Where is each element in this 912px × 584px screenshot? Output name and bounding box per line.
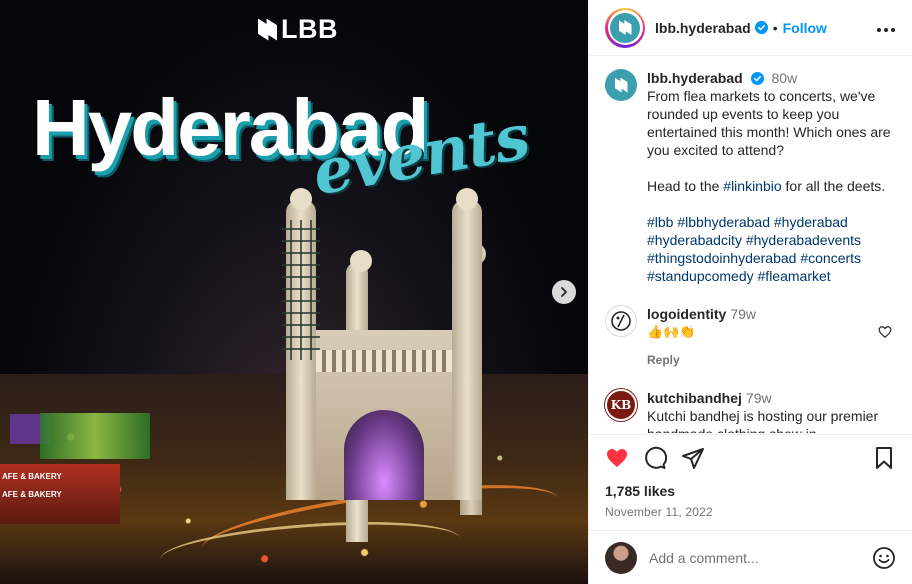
comment-body: kutchibandhej 79w Kutchi bandhej is hosti…: [647, 389, 896, 433]
like-heart-icon[interactable]: [605, 446, 629, 470]
post-sidebar: lbb.hyderabad • Follow lbb.hyderabad 80w…: [588, 0, 912, 584]
separator-dot: •: [772, 19, 778, 36]
post-header: lbb.hyderabad • Follow: [589, 0, 912, 56]
minaret: [452, 188, 482, 500]
caption-username[interactable]: lbb.hyderabad: [647, 70, 743, 86]
lbb-logo: LBB: [258, 14, 338, 45]
shop-fronts: AFE & BAKERY AFE & BAKERY: [0, 464, 120, 524]
reply-button[interactable]: Reply: [647, 351, 896, 369]
follow-button[interactable]: Follow: [783, 20, 827, 36]
save-bookmark-icon[interactable]: [872, 446, 896, 470]
author-avatar[interactable]: [605, 7, 645, 48]
author-username[interactable]: lbb.hyderabad: [655, 20, 751, 36]
caption-line2: Head to the #linkinbio for all the deets…: [647, 178, 886, 194]
add-comment-bar: [589, 530, 912, 584]
comment-item: logoidentity 79w 👍🙌👏 Reply: [605, 305, 896, 369]
comment-text: Kutchi bandhej is hosting our premier ha…: [647, 408, 879, 433]
lbb-logo-mark-icon: [618, 20, 632, 35]
caption-text: From flea markets to concerts, we've rou…: [647, 88, 891, 158]
comment-text: 👍🙌👏: [647, 324, 696, 339]
commenter-avatar[interactable]: KB: [605, 389, 637, 421]
more-options-button[interactable]: [876, 16, 896, 39]
caption-age: 80w: [771, 70, 798, 86]
post-date: November 11, 2022: [605, 505, 713, 519]
comment-username[interactable]: kutchibandhej: [647, 390, 742, 406]
comment-username[interactable]: logoidentity: [647, 306, 726, 322]
lbb-logo-mark-icon: [258, 18, 277, 41]
lbb-logo-mark-icon: [614, 77, 628, 93]
hashtag-link[interactable]: #linkinbio: [723, 178, 781, 194]
monument-arch: [344, 410, 424, 500]
post-image[interactable]: LBB Hyderabad events AFE & BAKERY AFE & …: [0, 0, 588, 584]
emoji-smiley-icon[interactable]: [872, 546, 896, 570]
caption-author-avatar[interactable]: [605, 69, 637, 101]
charminar-monument: [282, 188, 486, 542]
lbb-logo-text: LBB: [281, 14, 338, 44]
post-actions: 1,785 likes November 11, 2022: [589, 434, 912, 519]
post-caption: lbb.hyderabad 80w From flea markets to c…: [605, 69, 896, 285]
verified-badge-icon: [754, 21, 768, 34]
more-horizontal-icon: [877, 28, 895, 32]
current-user-avatar: [605, 541, 637, 574]
share-paper-plane-icon[interactable]: [681, 446, 705, 470]
comment-age: 79w: [730, 306, 757, 322]
comment-age: 79w: [745, 390, 772, 406]
action-bar: [605, 445, 896, 471]
verified-badge-icon: [750, 72, 764, 85]
like-count[interactable]: 1,785 likes: [605, 483, 896, 499]
comment-item: KB kutchibandhej 79w Kutchi bandhej is ho…: [605, 389, 896, 433]
comments-scroll-area[interactable]: lbb.hyderabad 80w From flea markets to c…: [589, 57, 912, 433]
commenter-avatar[interactable]: [605, 305, 637, 337]
comment-bubble-icon[interactable]: [643, 446, 667, 470]
next-image-button[interactable]: [552, 280, 576, 304]
logoidentity-logo-icon: [611, 311, 631, 331]
shop-sign: AFE & BAKERY: [2, 472, 62, 481]
scaffolding: [282, 220, 320, 360]
caption-hashtags[interactable]: #lbb #lbbhyderabad #hyderabad #hyderabad…: [647, 213, 896, 285]
caption-body: lbb.hyderabad 80w From flea markets to c…: [647, 69, 896, 285]
chevron-right-icon: [561, 287, 567, 297]
add-comment-input[interactable]: [649, 549, 872, 566]
monument-gallery: [316, 350, 452, 372]
shop-sign: AFE & BAKERY: [2, 490, 62, 499]
comment-body: logoidentity 79w 👍🙌👏 Reply: [647, 305, 896, 369]
green-building: [40, 413, 150, 459]
comment-like-heart-icon[interactable]: [878, 325, 892, 339]
